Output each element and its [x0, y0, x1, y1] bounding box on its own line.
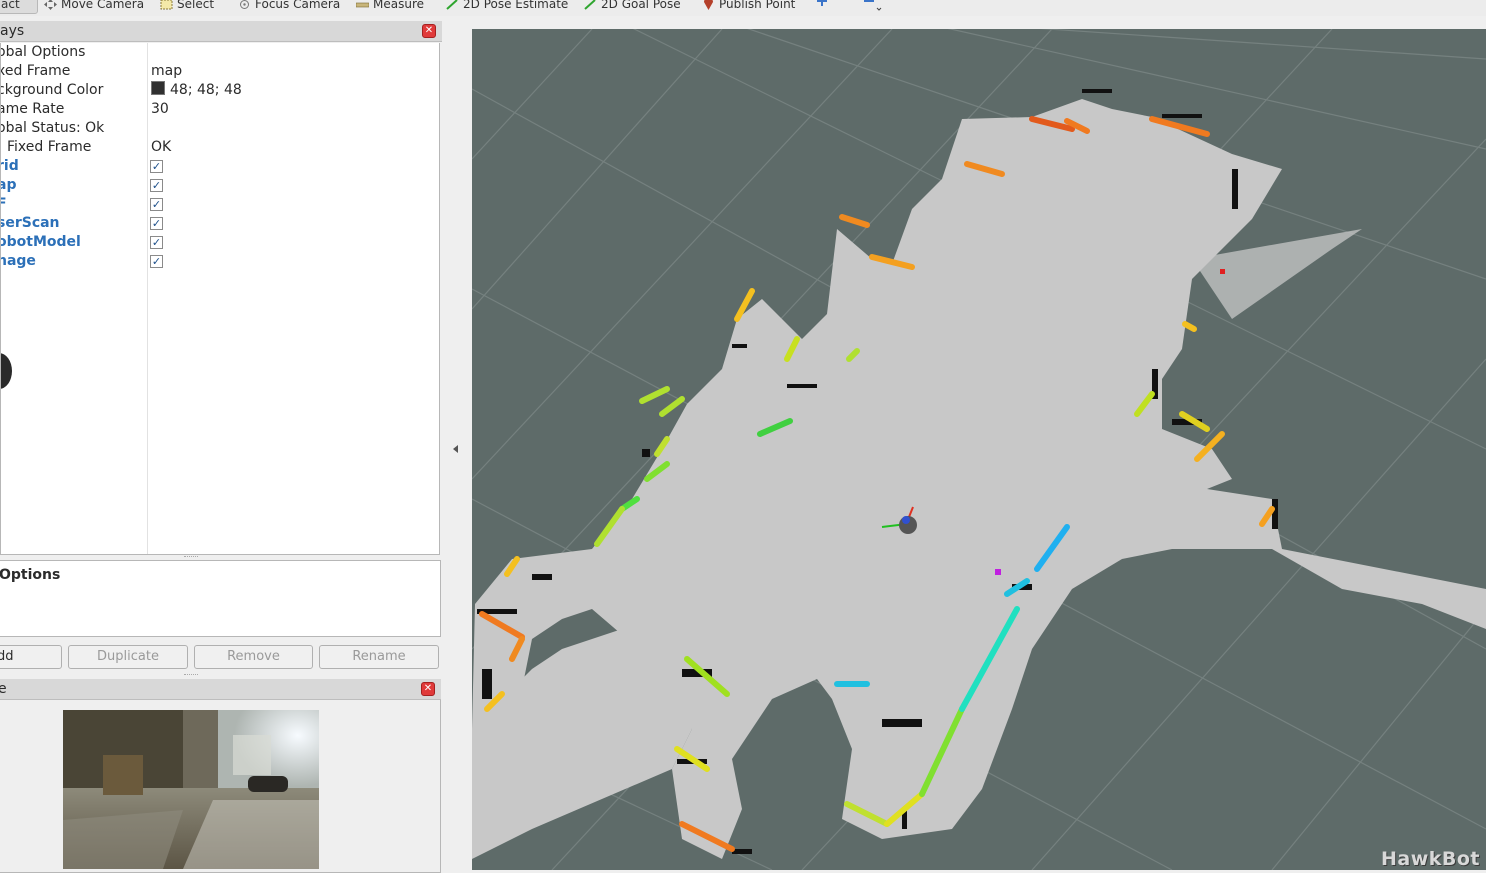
tree-row-name: obal Status: Ok [0, 120, 105, 136]
displays-tree: obal Options xed Frame map ckground Colo… [0, 43, 440, 555]
robotmodel-checkbox[interactable]: ✓ [150, 236, 163, 249]
display-name: F [1, 195, 7, 214]
tree-row-name: ame Rate [0, 101, 65, 117]
collapse-arrow-icon [453, 445, 458, 453]
rename-label: Rename [352, 649, 406, 664]
displays-title-text: ays [0, 23, 25, 39]
display-row-laserscan[interactable]: serScan ✓ [0, 214, 439, 233]
fixed-frame-value[interactable]: map [151, 62, 182, 81]
red-marker [1220, 269, 1225, 274]
tree-row-name: xed Frame [0, 63, 71, 79]
frame-rate-value[interactable]: 30 [151, 100, 169, 119]
measure-icon [356, 2, 369, 7]
tree-row-name: ckground Color [0, 82, 104, 98]
tree-row-global-options[interactable]: obal Options [0, 43, 439, 62]
camera-image [63, 710, 319, 869]
close-image-icon[interactable]: ✕ [421, 682, 435, 696]
interact-label: act [1, 0, 20, 11]
background-color-text: 48; 48; 48 [170, 82, 242, 98]
plus-icon[interactable] [815, 0, 829, 8]
pose-estimate-icon [446, 0, 458, 10]
publish-point-label: Publish Point [719, 0, 796, 11]
background-color-value[interactable]: 48; 48; 48 [151, 81, 242, 100]
image-checkbox[interactable]: ✓ [150, 255, 163, 268]
options-title: Options [0, 567, 61, 583]
focus-camera-tool-button[interactable]: Focus Camera [238, 0, 340, 14]
focus-camera-icon [240, 0, 249, 9]
select-icon [160, 0, 173, 9]
display-name: rid [1, 158, 19, 174]
close-displays-icon[interactable]: ✕ [422, 24, 436, 38]
minus-icon[interactable] [862, 0, 882, 14]
tree-row-frame-rate[interactable]: ame Rate 30 [0, 100, 439, 119]
tree-row-fixed-frame-status[interactable]: Fixed Frame OK [1, 138, 439, 157]
splitter-grip-lower[interactable] [184, 674, 198, 677]
image-panel-title: e ✕ [0, 679, 441, 700]
focus-camera-label: Focus Camera [255, 0, 341, 11]
pose-estimate-tool-button[interactable]: 2D Pose Estimate [446, 0, 568, 14]
collapse-panel-handle[interactable] [446, 440, 458, 464]
map-free-space [472, 99, 1486, 859]
select-label: Select [177, 0, 215, 11]
publish-point-tool-button[interactable]: Publish Point [702, 0, 795, 14]
move-camera-tool-button[interactable]: Move Camera [44, 0, 144, 14]
add-button[interactable]: dd [0, 645, 62, 669]
measure-tool-button[interactable]: Measure [356, 0, 424, 14]
magenta-marker [995, 569, 1001, 575]
display-row-robotmodel[interactable]: obotModel ✓ [0, 233, 439, 252]
measure-label: Measure [373, 0, 424, 11]
cursor-blob [1, 353, 12, 389]
select-tool-button[interactable]: Select [160, 0, 214, 14]
grid-checkbox[interactable]: ✓ [150, 160, 163, 173]
fixed-frame-status-value: OK [151, 139, 172, 155]
publish-point-icon [704, 0, 713, 10]
map-render [472, 29, 1486, 870]
tree-row-name: obal Options [0, 44, 86, 60]
interact-tool-button[interactable]: act [0, 0, 38, 14]
render-view-3d[interactable]: HawkBot [472, 29, 1486, 870]
goal-pose-icon [584, 0, 596, 10]
tree-row-background-color[interactable]: ckground Color 48; 48; 48 [0, 81, 439, 100]
tf-checkbox[interactable]: ✓ [150, 198, 163, 211]
add-label: dd [0, 649, 14, 664]
displays-panel-title: ays ✕ [0, 21, 442, 42]
map-checkbox[interactable]: ✓ [150, 179, 163, 192]
display-name: nage [0, 253, 36, 269]
pose-estimate-label: 2D Pose Estimate [463, 0, 569, 11]
remove-button[interactable]: Remove [194, 645, 313, 669]
rename-button[interactable]: Rename [319, 645, 439, 669]
toolbar: act Move Camera Select Focus Camera Meas… [0, 0, 1486, 16]
move-camera-label: Move Camera [61, 0, 145, 11]
options-panel: Options [0, 560, 441, 637]
duplicate-label: Duplicate [97, 649, 159, 664]
goal-pose-tool-button[interactable]: 2D Goal Pose [584, 0, 681, 14]
display-name: obotModel [0, 234, 81, 250]
remove-label: Remove [227, 649, 280, 664]
tree-row-global-status[interactable]: obal Status: Ok [0, 119, 439, 138]
move-camera-icon [44, 0, 57, 10]
duplicate-button[interactable]: Duplicate [68, 645, 188, 669]
splitter-grip[interactable] [184, 556, 198, 559]
display-row-image[interactable]: nage ✓ [0, 252, 439, 271]
display-row-grid[interactable]: rid ✓ [1, 157, 439, 176]
display-name: ap [1, 177, 17, 193]
laserscan-checkbox[interactable]: ✓ [150, 217, 163, 230]
display-row-map[interactable]: ap ✓ [1, 176, 439, 195]
tree-row-name: Fixed Frame [7, 139, 92, 155]
image-title-text: e [0, 681, 7, 697]
hawkbot-watermark: HawkBot [1380, 848, 1480, 870]
display-row-tf[interactable]: F ✓ [1, 195, 439, 214]
display-name: serScan [0, 215, 60, 231]
tree-row-fixed-frame[interactable]: xed Frame map [0, 62, 439, 81]
goal-pose-label: 2D Goal Pose [601, 0, 681, 11]
color-swatch [151, 81, 165, 95]
